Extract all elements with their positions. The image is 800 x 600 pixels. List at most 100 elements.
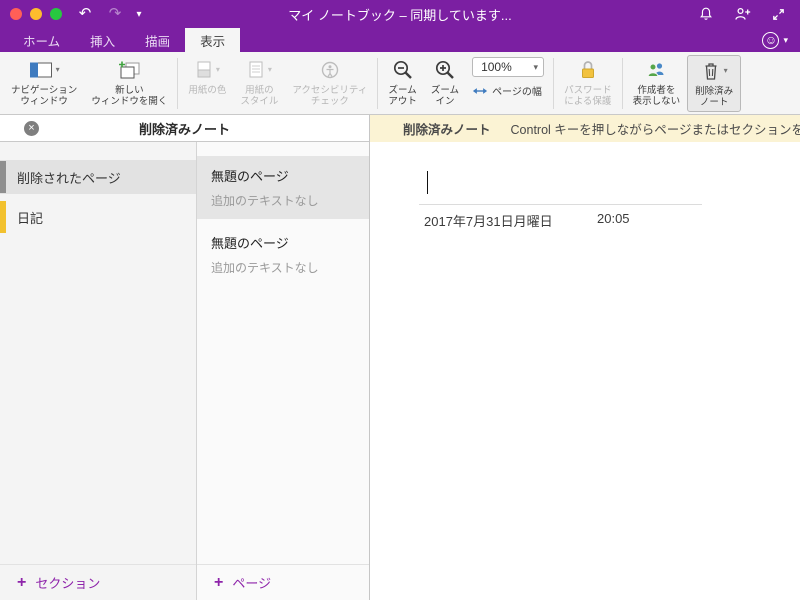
paper-color-button: ▾ 用紙の色 xyxy=(181,55,233,112)
deleted-notes-panel: × 削除済みノート 削除されたページ 日記 + セクション 無題のページ 追加の… xyxy=(0,115,370,600)
zoom-page-group: 100% ▾ ページの幅 xyxy=(466,55,550,112)
content-area: × 削除済みノート 削除されたページ 日記 + セクション 無題のページ 追加の… xyxy=(0,115,800,600)
add-section-label: セクション xyxy=(35,576,101,591)
section-label: 削除されたページ xyxy=(17,170,121,186)
paper-color-label: 用紙の色 xyxy=(188,85,227,96)
traffic-lights xyxy=(0,8,70,20)
trash-icon xyxy=(705,63,717,80)
page-title: 無題のページ xyxy=(211,169,289,184)
ribbon-separator xyxy=(621,58,623,109)
add-page-label: ページ xyxy=(232,576,272,591)
page-item[interactable]: 無題のページ 追加のテキストなし xyxy=(197,223,369,286)
panel-header: × 削除済みノート xyxy=(0,115,369,142)
share-add-person-icon[interactable] xyxy=(734,6,751,22)
panel-columns: 削除されたページ 日記 + セクション 無題のページ 追加のテキストなし 無題の… xyxy=(0,142,369,600)
zoom-window-button[interactable] xyxy=(50,8,62,20)
accessibility-check-label: アクセシビリティ チェック xyxy=(292,85,368,108)
hide-authors-label: 作成者を 表示しない xyxy=(632,85,681,108)
page-date: 2017年7月31日月曜日 xyxy=(424,214,553,229)
infobar-title: 削除済みノート xyxy=(403,123,491,137)
password-protect-label: パスワード による保護 xyxy=(564,85,612,108)
deleted-notes-label: 削除済み ノート xyxy=(695,86,734,109)
ribbon: ▾ ナビゲーション ウィンドウ 新しい ウィンドウを開く ▾ 用紙の色 ▾ 用紙… xyxy=(0,52,800,115)
zoom-in-icon xyxy=(435,60,454,79)
smiley-icon: ☺ xyxy=(762,31,780,49)
title-divider-line xyxy=(419,204,702,205)
tab-insert[interactable]: 挿入 xyxy=(75,28,130,52)
page-editing-area[interactable]: 2017年7月31日月曜日 20:05 xyxy=(370,142,800,600)
infobar-message: Control キーを押しながらページまたはセクションをクリ xyxy=(510,123,800,137)
zoom-out-button[interactable]: ズーム アウト xyxy=(381,55,424,112)
new-window-button[interactable]: 新しい ウィンドウを開く xyxy=(84,55,174,112)
chevron-down-icon: ▾ xyxy=(55,65,60,75)
ribbon-separator xyxy=(377,58,379,109)
new-window-icon xyxy=(119,61,140,79)
password-protect-button: パスワード による保護 xyxy=(557,55,619,112)
deleted-notes-button[interactable]: ▾ 削除済み ノート xyxy=(687,55,742,112)
chevron-down-icon: ▾ xyxy=(723,66,728,76)
page-canvas: 削除済みノート Control キーを押しながらページまたはセクションをクリ 2… xyxy=(370,115,800,600)
chevron-down-icon: ▾ xyxy=(533,61,539,72)
chevron-down-icon: ▾ xyxy=(267,65,272,75)
tab-view[interactable]: 表示 xyxy=(185,28,241,52)
zoom-in-label: ズーム イン xyxy=(430,85,460,108)
fullscreen-expand-icon[interactable] xyxy=(771,7,786,22)
new-window-label: 新しい ウィンドウを開く xyxy=(91,85,168,108)
pages-list: 無題のページ 追加のテキストなし 無題のページ 追加のテキストなし + ページ xyxy=(197,142,369,600)
ribbon-separator xyxy=(177,58,179,109)
notifications-bell-icon[interactable] xyxy=(698,6,714,22)
hide-authors-button[interactable]: 作成者を 表示しない xyxy=(626,55,688,112)
deleted-notes-infobar: 削除済みノート Control キーを押しながらページまたはセクションをクリ xyxy=(370,115,800,142)
zoom-level-value: 100% xyxy=(481,60,512,74)
close-panel-icon[interactable]: × xyxy=(24,120,39,136)
tab-home[interactable]: ホーム xyxy=(8,28,75,52)
plus-icon: + xyxy=(214,573,224,591)
add-section-button[interactable]: + セクション xyxy=(0,564,196,600)
chevron-down-icon[interactable]: ▾ xyxy=(130,9,148,20)
page-title: 無題のページ xyxy=(211,236,289,251)
lock-icon xyxy=(581,61,594,78)
zoom-out-label: ズーム アウト xyxy=(388,85,417,108)
chevron-down-icon: ▾ xyxy=(783,34,788,45)
onenote-window: ↶ ↷ ▾ マイ ノートブック – 同期しています... ホーム 挿入 描画 表… xyxy=(0,0,800,600)
panel-title: 削除済みノート xyxy=(138,121,230,137)
close-window-button[interactable] xyxy=(10,8,22,20)
page-subtitle: 追加のテキストなし xyxy=(211,194,319,208)
accessibility-check-button: アクセシビリティ チェック xyxy=(285,55,374,112)
chevron-down-icon: ▾ xyxy=(215,65,220,75)
page-time: 20:05 xyxy=(597,211,630,226)
navigation-window-icon xyxy=(29,62,52,78)
titlebar: ↶ ↷ ▾ マイ ノートブック – 同期しています... xyxy=(0,0,800,28)
zoom-level-select[interactable]: 100% ▾ xyxy=(472,57,545,77)
accessibility-check-icon xyxy=(321,61,339,79)
authors-icon xyxy=(647,63,664,77)
text-caret xyxy=(427,171,428,194)
navigation-window-label: ナビゲーション ウィンドウ xyxy=(11,85,78,108)
tab-draw[interactable]: 描画 xyxy=(130,28,185,52)
ribbon-tabbar: ホーム 挿入 描画 表示 ☺ ▾ xyxy=(0,28,800,52)
titlebar-right-icons xyxy=(698,6,800,22)
section-label: 日記 xyxy=(17,210,44,226)
navigation-window-button[interactable]: ▾ ナビゲーション ウィンドウ xyxy=(4,55,84,112)
section-item-deleted-pages[interactable]: 削除されたページ xyxy=(0,160,196,194)
add-page-button[interactable]: + ページ xyxy=(197,564,369,600)
section-item-diary[interactable]: 日記 xyxy=(0,200,196,234)
section-color-tab xyxy=(0,161,6,193)
section-color-tab xyxy=(0,201,6,233)
redo-icon[interactable]: ↷ xyxy=(100,0,130,28)
feedback-smiley-button[interactable]: ☺ ▾ xyxy=(762,28,800,52)
zoom-out-icon xyxy=(393,60,412,79)
zoom-in-button[interactable]: ズーム イン xyxy=(424,55,466,112)
page-width-button[interactable]: ページの幅 xyxy=(472,83,544,98)
page-width-icon xyxy=(472,87,488,94)
page-item[interactable]: 無題のページ 追加のテキストなし xyxy=(197,156,369,219)
undo-icon[interactable]: ↶ xyxy=(70,0,100,28)
plus-icon: + xyxy=(17,573,27,591)
page-subtitle: 追加のテキストなし xyxy=(211,261,319,275)
paper-style-icon xyxy=(249,61,263,78)
paper-color-icon xyxy=(197,61,211,78)
minimize-window-button[interactable] xyxy=(30,8,42,20)
ribbon-separator xyxy=(553,58,555,109)
page-width-label: ページの幅 xyxy=(492,87,542,98)
sections-list: 削除されたページ 日記 + セクション xyxy=(0,142,197,600)
